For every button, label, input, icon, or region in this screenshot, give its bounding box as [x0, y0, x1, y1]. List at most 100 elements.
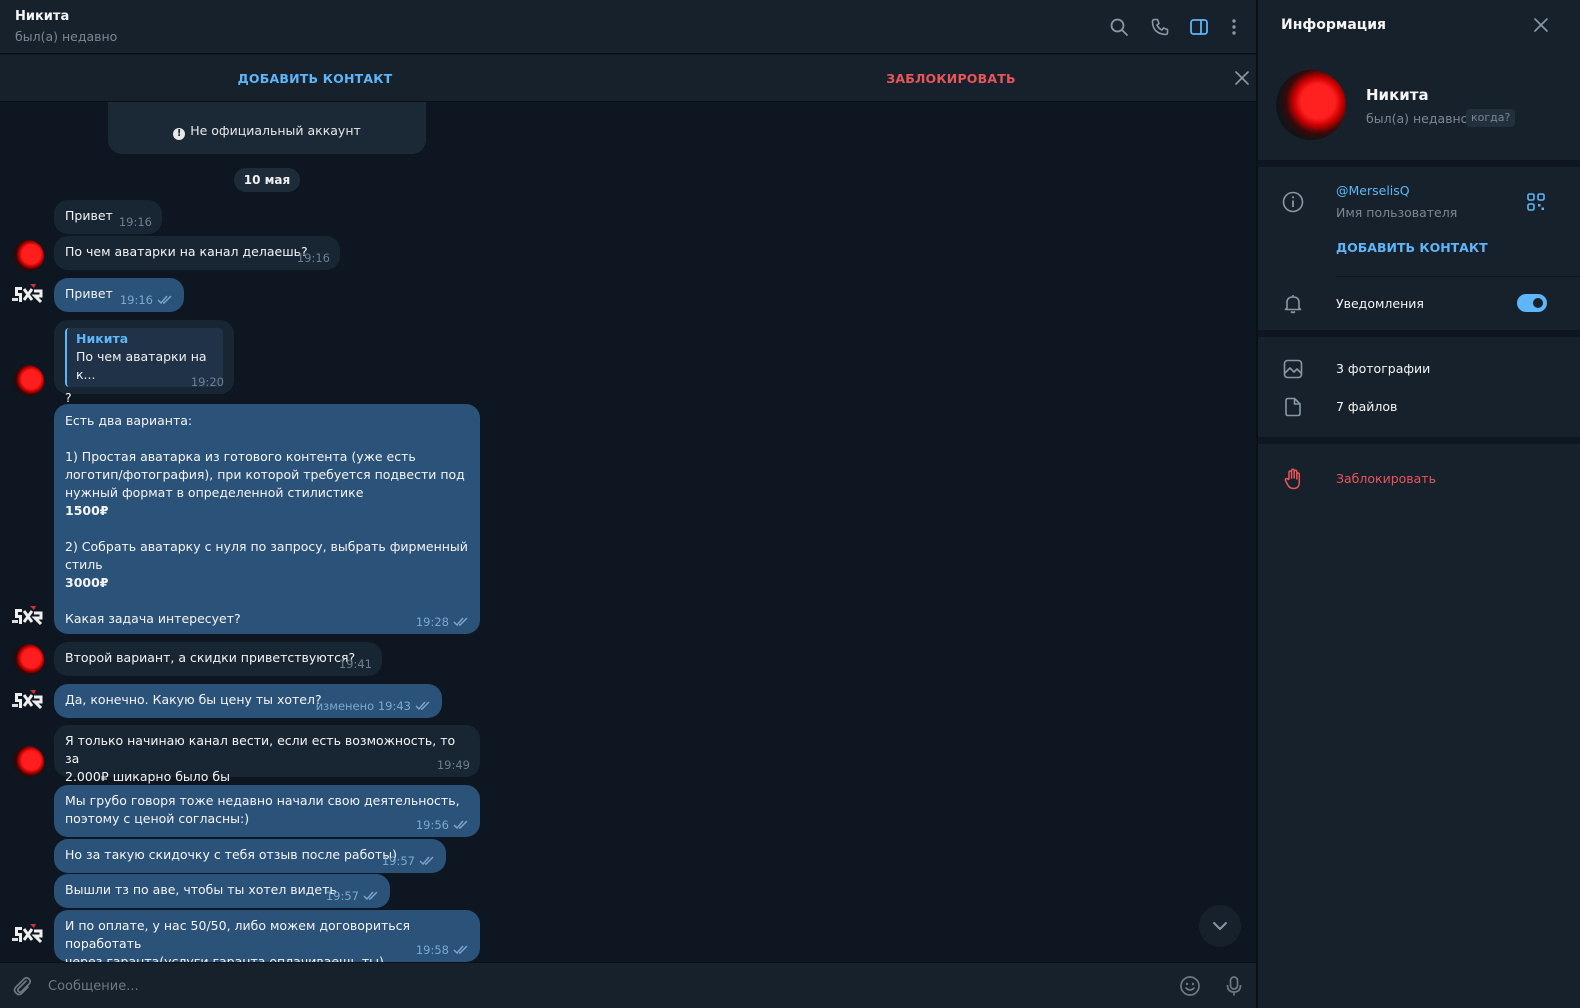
avatar[interactable]: [12, 644, 44, 676]
phone-icon[interactable]: [1148, 15, 1172, 39]
message-bubble[interactable]: Да, конечно. Какую бы цену ты хотел? изм…: [54, 684, 442, 718]
block-button[interactable]: ЗАБЛОКИРОВАТЬ: [636, 55, 1266, 102]
username-link[interactable]: @MerselisQ: [1336, 183, 1410, 198]
notifications-toggle[interactable]: [1517, 294, 1547, 312]
photos-link[interactable]: 3 фотографии: [1336, 361, 1430, 376]
emoji-icon[interactable]: [1178, 974, 1202, 998]
bell-icon: [1281, 292, 1305, 316]
message-bubble[interactable]: Привет 19:16: [54, 278, 184, 312]
message-time: 19:49: [436, 758, 470, 772]
message-line: через гаранта(услуги гаранта оплачиваешь…: [65, 954, 384, 962]
avatar-logo[interactable]: [12, 922, 44, 948]
message-bubble[interactable]: По чем аватарки на канал делаешь? 19:16: [54, 236, 340, 270]
date-chip: 10 мая: [234, 168, 300, 192]
message-text: Есть два варианта: 1) Простая аватарка и…: [65, 412, 469, 628]
message-time: 19:16: [296, 251, 330, 265]
message-bubble[interactable]: И по оплате, у нас 50/50, либо можем дог…: [54, 910, 480, 962]
section-divider: [1258, 160, 1580, 167]
unofficial-note: Не официальный аккаунт: [190, 123, 361, 138]
sidebar-toggle-icon[interactable]: [1187, 15, 1211, 39]
chat-status: был(а) недавно: [15, 29, 118, 44]
message-line: Я только начинаю канал вести, если есть …: [65, 733, 456, 766]
message-time: 19:58: [415, 943, 449, 957]
avatar-logo[interactable]: [12, 688, 44, 714]
profile-avatar[interactable]: [1276, 70, 1346, 140]
scroll-down-button[interactable]: [1199, 905, 1241, 947]
message-line: Есть два варианта:: [65, 413, 193, 428]
message-time: 19:20: [190, 375, 224, 389]
message-line: Мы грубо говоря тоже недавно начали свою…: [65, 793, 460, 808]
message-line: стиль: [65, 557, 103, 572]
close-icon[interactable]: [1533, 17, 1549, 33]
message-line: логотип/фотография), при которой требует…: [65, 467, 465, 482]
message-time: 19:16: [118, 215, 152, 229]
reply-author: Никита: [76, 331, 129, 346]
search-icon[interactable]: [1107, 15, 1131, 39]
info-panel-title: Информация: [1281, 17, 1386, 33]
section-divider: [1258, 437, 1580, 444]
profile-name: Никита: [1366, 86, 1429, 104]
chat-header[interactable]: Никита был(а) недавно: [0, 0, 1266, 54]
when-chip[interactable]: когда?: [1466, 109, 1516, 127]
profile-status: был(а) недавно: [1366, 111, 1469, 126]
message-line: 1) Простая аватарка из готового контента…: [65, 449, 416, 464]
message-bubble[interactable]: Я только начинаю канал вести, если есть …: [54, 725, 480, 784]
message-time: 19:56: [415, 818, 449, 832]
read-checks-icon: [363, 891, 378, 901]
add-contact-button[interactable]: ДОБАВИТЬ КОНТАКТ: [0, 55, 630, 102]
section-divider: [1258, 330, 1580, 337]
files-link[interactable]: 7 файлов: [1336, 399, 1397, 414]
message-text: Но за такую скидочку с тебя отзыв после …: [65, 847, 397, 862]
attach-icon[interactable]: [10, 974, 34, 998]
composer: [0, 962, 1266, 1008]
close-icon[interactable]: [1232, 68, 1252, 88]
message-text: И по оплате, у нас 50/50, либо можем дог…: [65, 917, 469, 962]
microphone-icon[interactable]: [1222, 974, 1246, 998]
price-line: 1500₽: [65, 503, 109, 518]
message-input[interactable]: [48, 973, 1148, 999]
warning-icon: !: [173, 128, 186, 140]
message-bubble[interactable]: Вышли тз по аве, чтобы ты хотел видеть 1…: [54, 874, 390, 908]
message-bubble[interactable]: Второй вариант, а скидки приветствуются?…: [54, 642, 382, 676]
row-divider: [1336, 276, 1580, 277]
message-bubble[interactable]: Привет 19:16: [54, 200, 162, 234]
hand-icon: [1281, 467, 1305, 491]
read-checks-icon: [453, 617, 468, 627]
contact-action-bar: ДОБАВИТЬ КОНТАКТ ЗАБЛОКИРОВАТЬ: [0, 55, 1266, 102]
message-bubble[interactable]: Никита По чем аватарки на к... ? 19:20: [54, 320, 234, 405]
message-text: Я только начинаю канал вести, если есть …: [65, 732, 469, 786]
message-text: Мы грубо говоря тоже недавно начали свою…: [65, 792, 469, 828]
chevron-down-icon: [1213, 922, 1227, 930]
add-contact-button[interactable]: ДОБАВИТЬ КОНТАКТ: [1336, 240, 1488, 255]
message-bubble[interactable]: Мы грубо говоря тоже недавно начали свою…: [54, 785, 480, 837]
file-icon: [1281, 395, 1305, 419]
message-bubble[interactable]: Есть два варианта: 1) Простая аватарка и…: [54, 404, 480, 634]
info-panel: Информация Никита был(а) недавно когда? …: [1258, 0, 1580, 1008]
message-text: По чем аватарки на канал делаешь?: [65, 244, 308, 259]
info-icon: [1281, 190, 1305, 214]
avatar-logo[interactable]: [12, 604, 44, 630]
chat-title[interactable]: Никита: [15, 9, 69, 24]
username-label: Имя пользователя: [1336, 205, 1458, 220]
avatar[interactable]: [12, 240, 44, 272]
message-time: 19:28: [415, 615, 449, 629]
message-line: поэтому с ценой согласны:): [65, 811, 250, 826]
message-list[interactable]: ! Не официальный аккаунт 10 мая Привет 19…: [0, 102, 1266, 962]
avatar[interactable]: [12, 746, 44, 778]
qr-code-icon[interactable]: [1526, 192, 1546, 212]
read-checks-icon: [419, 856, 434, 866]
message-line: И по оплате, у нас 50/50, либо можем дог…: [65, 918, 411, 951]
message-time: 19:16: [119, 293, 153, 307]
chat-area: Никита был(а) недавно ДОБАВИТЬ КОНТАКТ З…: [0, 0, 1266, 1008]
message-time: изменено 19:43: [315, 699, 411, 713]
block-user-button[interactable]: Заблокировать: [1336, 471, 1436, 486]
message-line: нужный формат в определенной стилистике: [65, 485, 364, 500]
more-icon[interactable]: [1222, 15, 1246, 39]
avatar[interactable]: [12, 365, 44, 397]
message-bubble[interactable]: Но за такую скидочку с тебя отзыв после …: [54, 839, 446, 873]
photo-icon: [1281, 357, 1305, 381]
avatar-logo[interactable]: [12, 282, 44, 308]
